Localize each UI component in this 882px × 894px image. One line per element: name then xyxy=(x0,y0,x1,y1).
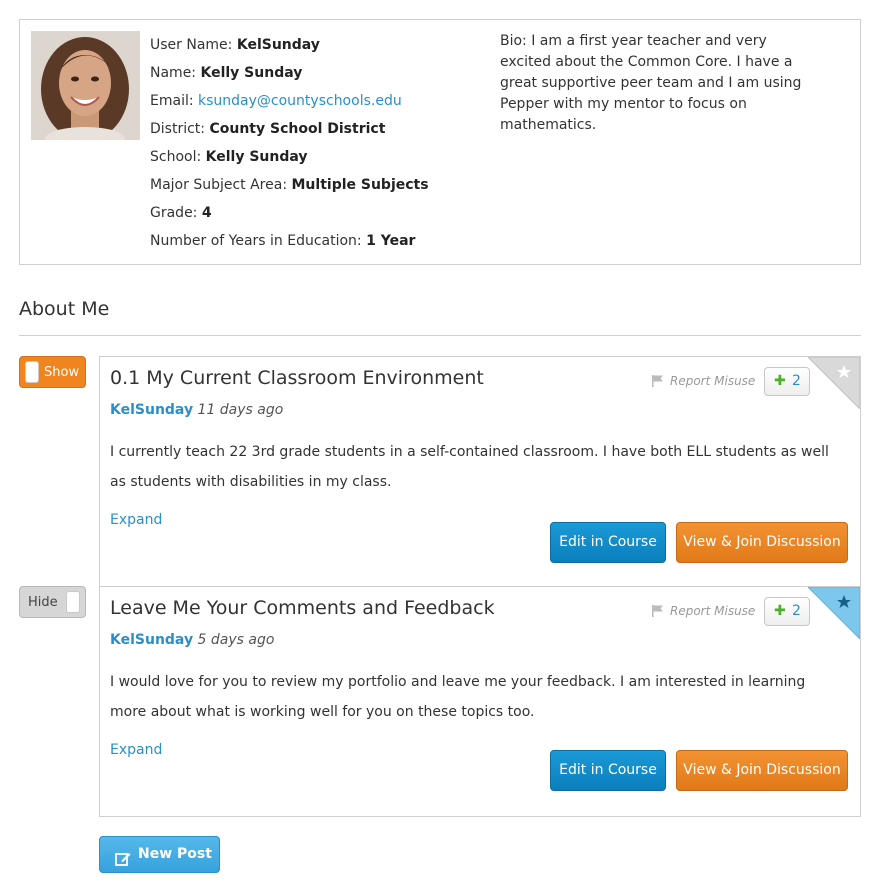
view-join-discussion-button[interactable]: View & Join Discussion xyxy=(676,750,848,791)
school-value: Kelly Sunday xyxy=(205,149,308,165)
post-card: Leave Me Your Comments and Feedback KelS… xyxy=(99,586,861,817)
user-name-row: User Name: KelSunday xyxy=(150,34,429,62)
email-row: Email: ksunday@countyschools.edu xyxy=(150,90,429,118)
years-row: Number of Years in Education: 1 Year xyxy=(150,230,429,258)
grade-label: Grade: xyxy=(150,205,198,221)
flag-icon xyxy=(652,605,664,620)
section-divider xyxy=(19,335,861,336)
report-misuse-link[interactable]: Report Misuse xyxy=(652,604,755,620)
plus-count: 2 xyxy=(792,603,801,619)
name-row: Name: Kelly Sunday xyxy=(150,62,429,90)
subject-value: Multiple Subjects xyxy=(291,177,429,193)
subject-row: Major Subject Area: Multiple Subjects xyxy=(150,174,429,202)
post-timestamp: 11 days ago xyxy=(197,402,284,418)
school-row: School: Kelly Sunday xyxy=(150,146,429,174)
view-join-discussion-button[interactable]: View & Join Discussion xyxy=(676,522,848,563)
name-value: Kelly Sunday xyxy=(200,65,303,81)
post-body: I currently teach 22 3rd grade students … xyxy=(110,444,829,490)
post-author-link[interactable]: KelSunday xyxy=(110,632,193,648)
expand-link[interactable]: Expand xyxy=(110,512,162,528)
edit-in-course-button[interactable]: Edit in Course xyxy=(550,522,666,563)
post-title: 0.1 My Current Classroom Environment xyxy=(110,367,484,389)
district-label: District: xyxy=(150,121,206,137)
flag-icon xyxy=(652,375,664,390)
user-name-value: KelSunday xyxy=(236,37,320,53)
post-2-visibility-toggle[interactable]: Hide xyxy=(19,586,86,618)
bio-text: Bio: I am a first year teacher and very … xyxy=(500,33,802,133)
edit-in-course-button[interactable]: Edit in Course xyxy=(550,750,666,791)
profile-info: User Name: KelSunday Name: Kelly Sunday … xyxy=(150,34,429,258)
toggle-label: Show xyxy=(44,365,80,380)
favorite-star-corner[interactable] xyxy=(807,587,860,640)
district-row: District: County School District xyxy=(150,118,429,146)
district-value: County School District xyxy=(209,121,386,137)
post-author-link[interactable]: KelSunday xyxy=(110,402,193,418)
toggle-knob xyxy=(25,361,39,383)
name-label: Name: xyxy=(150,65,197,81)
post-meta: KelSunday 11 days ago xyxy=(110,402,283,418)
report-misuse-label: Report Misuse xyxy=(670,374,756,388)
post-1-visibility-toggle[interactable]: Show xyxy=(19,356,86,388)
section-title: About Me xyxy=(19,298,110,320)
report-misuse-link[interactable]: Report Misuse xyxy=(652,374,755,390)
plus-icon: ✚ xyxy=(774,373,786,389)
toggle-label: Hide xyxy=(28,595,58,610)
email-label: Email: xyxy=(150,93,194,109)
avatar xyxy=(31,31,140,140)
report-misuse-label: Report Misuse xyxy=(670,604,756,618)
plus-count: 2 xyxy=(792,373,801,389)
grade-row: Grade: 4 xyxy=(150,202,429,230)
user-name-label: User Name: xyxy=(150,37,233,53)
years-value: 1 Year xyxy=(366,233,416,249)
email-link[interactable]: ksunday@countyschools.edu xyxy=(198,93,402,109)
plus-icon: ✚ xyxy=(774,603,786,619)
post-card: 0.1 My Current Classroom Environment Kel… xyxy=(99,356,861,587)
new-post-button[interactable]: New Post xyxy=(99,836,220,873)
profile-card: User Name: KelSunday Name: Kelly Sunday … xyxy=(19,19,861,265)
edit-icon xyxy=(115,846,131,881)
plus-one-button[interactable]: ✚ 2 xyxy=(764,367,810,396)
school-label: School: xyxy=(150,149,202,165)
grade-value: 4 xyxy=(201,205,212,221)
years-label: Number of Years in Education: xyxy=(150,233,362,249)
subject-label: Major Subject Area: xyxy=(150,177,288,193)
favorite-star-corner[interactable] xyxy=(807,357,860,410)
expand-link[interactable]: Expand xyxy=(110,742,162,758)
post-title: Leave Me Your Comments and Feedback xyxy=(110,597,495,619)
plus-one-button[interactable]: ✚ 2 xyxy=(764,597,810,626)
toggle-knob xyxy=(66,591,80,613)
new-post-label: New Post xyxy=(138,846,212,862)
post-body: I would love for you to review my portfo… xyxy=(110,674,806,720)
post-timestamp: 5 days ago xyxy=(197,632,275,648)
post-meta: KelSunday 5 days ago xyxy=(110,632,274,648)
